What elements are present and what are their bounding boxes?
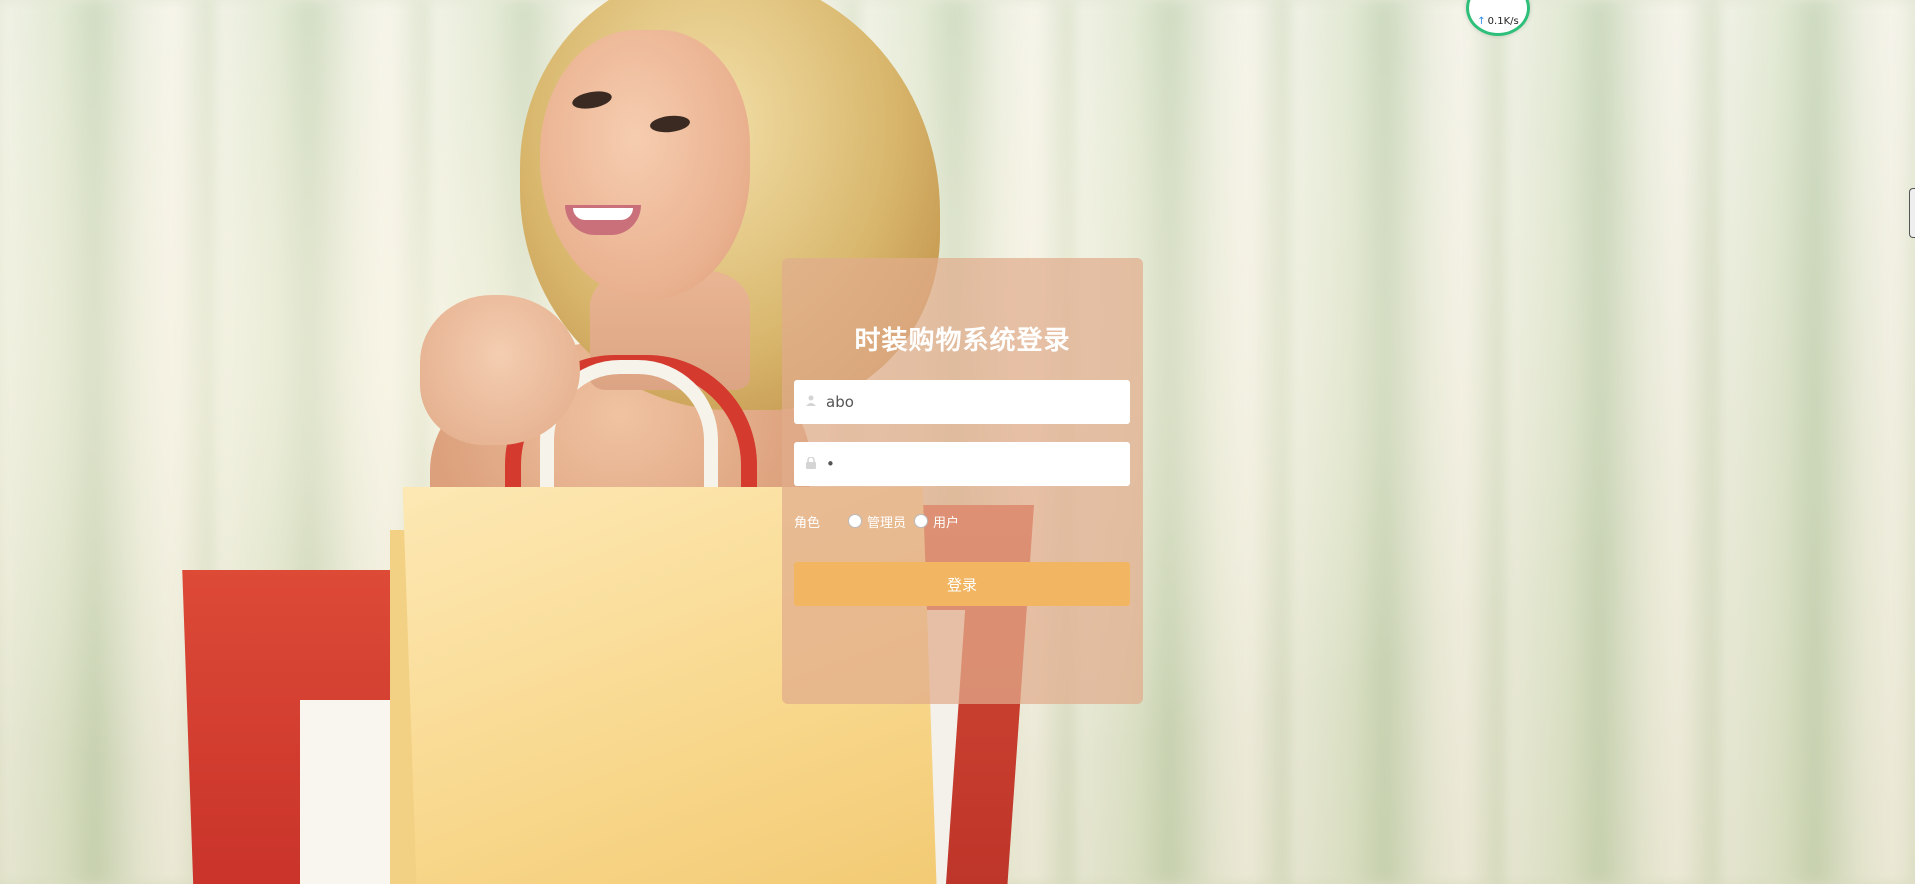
username-input[interactable] [822,380,1130,424]
login-button[interactable]: 登录 [794,562,1130,606]
radio-user[interactable] [914,514,929,528]
login-title: 时装购物系统登录 [854,326,1071,356]
password-input[interactable] [822,442,1130,486]
role-selector: 角色 管理员 用户 [794,510,967,532]
side-tab-handle[interactable] [1909,188,1915,238]
radio-admin[interactable] [848,514,863,528]
model-hand [420,295,580,445]
upload-arrow-icon: ↑ [1477,15,1486,27]
role-option-user[interactable]: 用户 [914,512,959,531]
network-speed-value: 0.1K/s [1487,16,1519,27]
username-field[interactable] [794,380,1130,424]
lock-icon [800,455,822,472]
role-option-user-label: 用户 [933,515,960,531]
role-label: 角色 [794,515,821,531]
role-option-admin[interactable]: 管理员 [848,512,906,531]
password-field[interactable] [794,442,1130,486]
role-option-admin-label: 管理员 [867,515,907,531]
user-icon [800,395,822,409]
login-panel: 时装购物系统登录 角色 管理员 用户 登录 [782,258,1143,704]
